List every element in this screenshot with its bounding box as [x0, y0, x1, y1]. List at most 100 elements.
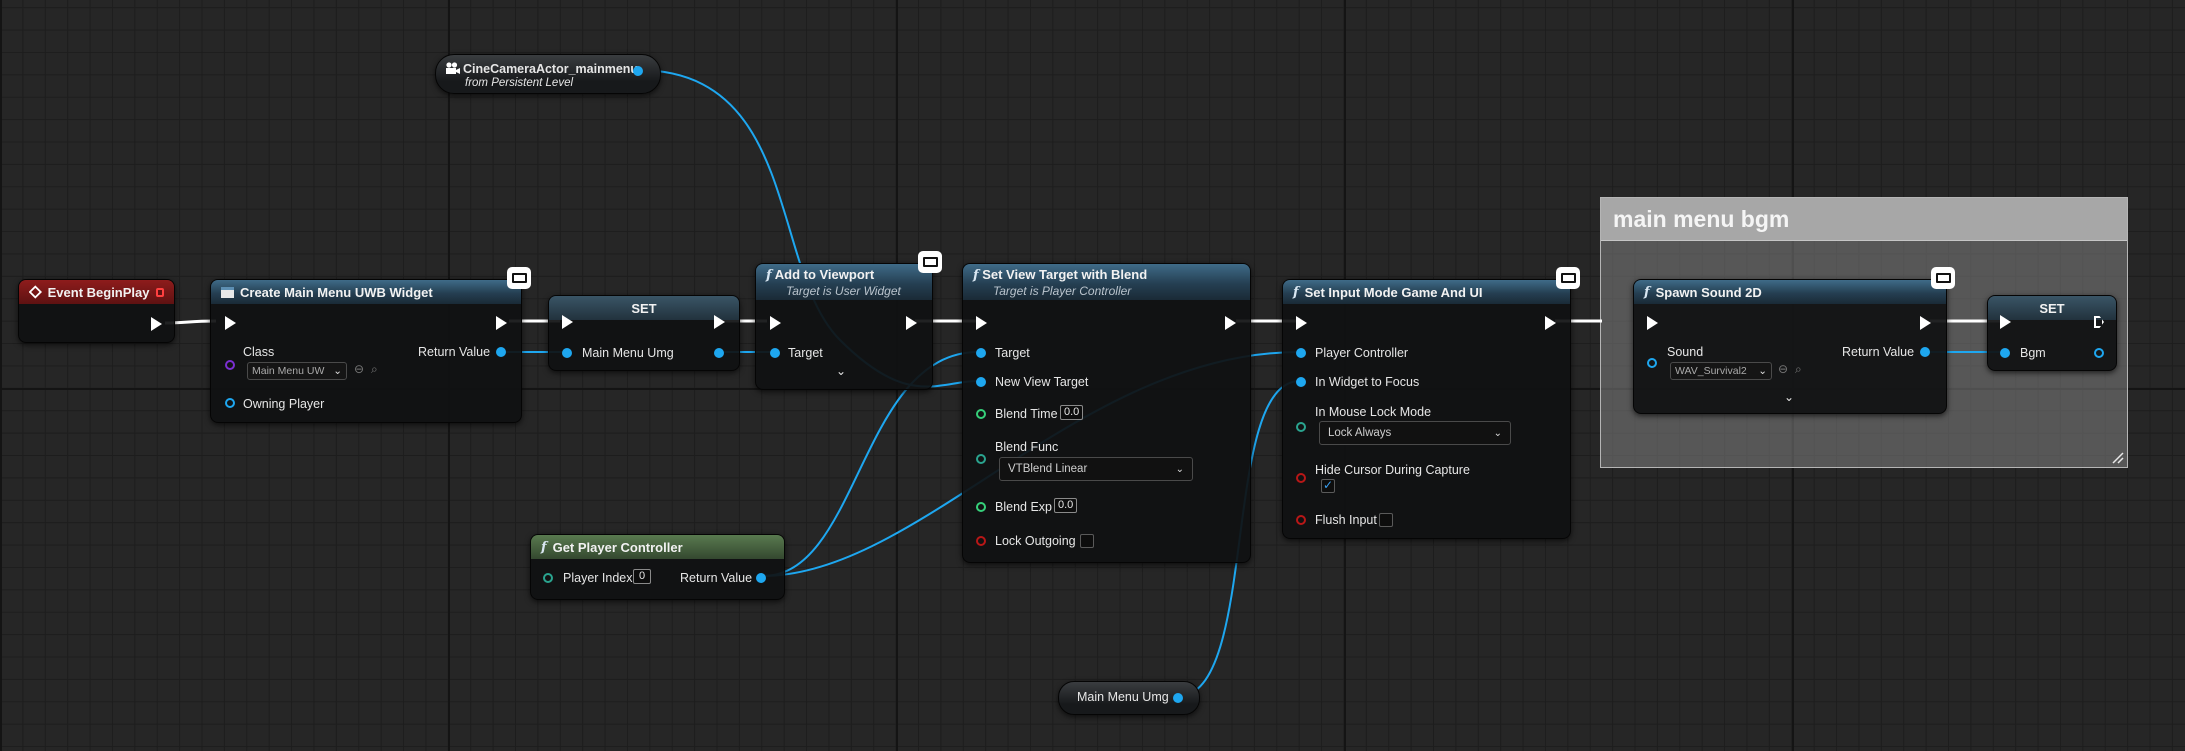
add-to-viewport-title: Add to Viewport: [774, 266, 875, 282]
value-input-pin[interactable]: [562, 348, 572, 358]
expand-chevron-icon[interactable]: ⌄: [1784, 390, 1794, 404]
sound-input-pin[interactable]: [1647, 358, 1657, 368]
class-label: Class: [243, 345, 275, 359]
exec-input-pin[interactable]: [1296, 316, 1307, 330]
blend-time-pin[interactable]: [976, 409, 986, 419]
chevron-down-icon: ⌄: [1758, 365, 1767, 377]
monitor-icon: [507, 267, 531, 289]
flush-input-checkbox[interactable]: [1379, 513, 1393, 527]
blend-func-pin[interactable]: [976, 454, 986, 464]
exec-input-pin[interactable]: [225, 316, 236, 330]
blend-time-label: Blend Time: [995, 407, 1058, 421]
widget-icon: [221, 286, 234, 298]
target-input-pin[interactable]: [976, 348, 986, 358]
blend-func-dropdown[interactable]: VTBlend Linear ⌄: [999, 457, 1193, 481]
value-output-pin[interactable]: [2094, 348, 2104, 358]
sound-label: Sound: [1667, 345, 1704, 359]
exec-output-pin[interactable]: [1545, 316, 1556, 330]
value-input-pin[interactable]: [2000, 348, 2010, 358]
resize-grip-icon[interactable]: [2112, 452, 2124, 464]
exec-input-pin[interactable]: [976, 316, 987, 330]
player-index-pin[interactable]: [543, 573, 553, 583]
exec-input-pin[interactable]: [1647, 316, 1658, 330]
bgm-label: Bgm: [2020, 346, 2046, 360]
exec-input-pin[interactable]: [2000, 315, 2011, 329]
exec-input-pin[interactable]: [770, 316, 781, 330]
set-view-target-node[interactable]: f Set View Target with Blend Target is P…: [962, 263, 1251, 563]
add-to-viewport-node[interactable]: f Add to Viewport Target is User Widget …: [755, 251, 942, 390]
new-view-target-pin[interactable]: [976, 377, 986, 387]
create-widget-header: Create Main Menu UWB Widget: [211, 280, 521, 304]
player-index-input[interactable]: 0: [633, 569, 651, 584]
monitor-icon: [918, 251, 942, 273]
exec-output-pin[interactable]: [1225, 316, 1236, 330]
set-header: SET: [549, 296, 739, 320]
function-icon: f: [1644, 284, 1650, 300]
event-beginplay-node[interactable]: Event BeginPlay: [18, 279, 175, 343]
exec-input-pin[interactable]: [562, 315, 573, 329]
search-icon[interactable]: ⌕: [1795, 362, 1802, 377]
function-icon: f: [973, 267, 979, 283]
lock-outgoing-checkbox[interactable]: [1080, 534, 1094, 548]
get-player-controller-title: Get Player Controller: [552, 539, 683, 555]
player-controller-label: Player Controller: [1315, 346, 1409, 360]
browse-back-icon[interactable]: ⊖: [354, 362, 364, 376]
camera-reference-node[interactable]: CineCameraActor_mainmenu from Persistent…: [435, 54, 661, 94]
browse-back-icon[interactable]: ⊖: [1778, 362, 1788, 376]
widget-focus-pin[interactable]: [1296, 377, 1306, 387]
return-value-pin[interactable]: [496, 347, 506, 357]
comment-title[interactable]: main menu bgm: [1601, 198, 2127, 241]
exec-output-pin[interactable]: [1920, 316, 1931, 330]
blend-exp-input[interactable]: 0.0: [1054, 498, 1078, 513]
exec-output-pin[interactable]: [714, 315, 725, 329]
monitor-icon: [1556, 267, 1580, 289]
sound-dropdown[interactable]: WAV_Survival2 ⌄: [1670, 362, 1772, 380]
mouse-lock-pin[interactable]: [1296, 422, 1306, 432]
class-dropdown[interactable]: Main Menu UW ⌄: [247, 362, 347, 380]
blend-func-value: VTBlend Linear: [1008, 463, 1088, 475]
expand-chevron-icon[interactable]: ⌄: [836, 364, 846, 378]
mouse-lock-dropdown[interactable]: Lock Always ⌄: [1319, 421, 1511, 445]
owning-player-label: Owning Player: [243, 397, 325, 411]
function-icon: f: [541, 539, 547, 555]
hide-cursor-checkbox[interactable]: ✓: [1321, 478, 1335, 493]
return-value-label: Return Value: [680, 571, 753, 585]
blend-exp-pin[interactable]: [976, 502, 986, 512]
blend-func-label: Blend Func: [995, 440, 1059, 454]
exec-output-pin[interactable]: [151, 317, 162, 331]
camera-output-pin[interactable]: [633, 66, 643, 76]
return-value-pin[interactable]: [756, 573, 766, 583]
return-value-pin[interactable]: [1920, 347, 1930, 357]
lock-outgoing-pin[interactable]: [976, 536, 986, 546]
get-player-controller-node[interactable]: f Get Player Controller Player Index 0 R…: [530, 534, 785, 600]
mouse-lock-value: Lock Always: [1328, 427, 1392, 439]
flush-input-label: Flush Input: [1315, 513, 1377, 527]
monitor-icon: [1931, 267, 1955, 289]
set-input-mode-node[interactable]: f Set Input Mode Game And UI Player Cont…: [1282, 267, 1580, 539]
create-widget-node[interactable]: Create Main Menu UWB Widget Class Main M…: [210, 267, 531, 423]
player-index-label: Player Index: [563, 571, 633, 585]
set-view-target-title: Set View Target with Blend: [982, 266, 1148, 282]
player-controller-pin[interactable]: [1296, 348, 1306, 358]
value-output-pin[interactable]: [714, 348, 724, 358]
value-output-pin[interactable]: [1173, 693, 1183, 703]
search-icon[interactable]: ⌕: [371, 362, 378, 377]
target-input-pin[interactable]: [770, 348, 780, 358]
main-menu-umg-label: Main Menu Umg: [582, 346, 674, 360]
set-title: SET: [2039, 300, 2065, 316]
exec-output-pin[interactable]: [906, 316, 917, 330]
delegate-pin-icon[interactable]: [155, 287, 164, 297]
main-menu-umg-getter-node[interactable]: Main Menu Umg: [1058, 681, 1200, 715]
class-input-pin[interactable]: [225, 360, 235, 370]
create-widget-title: Create Main Menu UWB Widget: [240, 284, 433, 300]
owning-player-pin[interactable]: [225, 398, 235, 408]
return-value-label: Return Value: [1842, 345, 1915, 359]
camera-icon: [446, 62, 460, 74]
flush-input-pin[interactable]: [1296, 515, 1306, 525]
hide-cursor-pin[interactable]: [1296, 473, 1306, 483]
set-bgm-node[interactable]: SET Bgm: [1987, 295, 2117, 371]
blend-time-input[interactable]: 0.0: [1060, 405, 1084, 420]
spawn-sound-node[interactable]: f Spawn Sound 2D Sound WAV_Survival2 ⌄ ⊖…: [1633, 267, 1955, 414]
exec-output-pin[interactable]: [496, 316, 507, 330]
set-main-menu-umg-node[interactable]: SET Main Menu Umg: [548, 295, 740, 371]
